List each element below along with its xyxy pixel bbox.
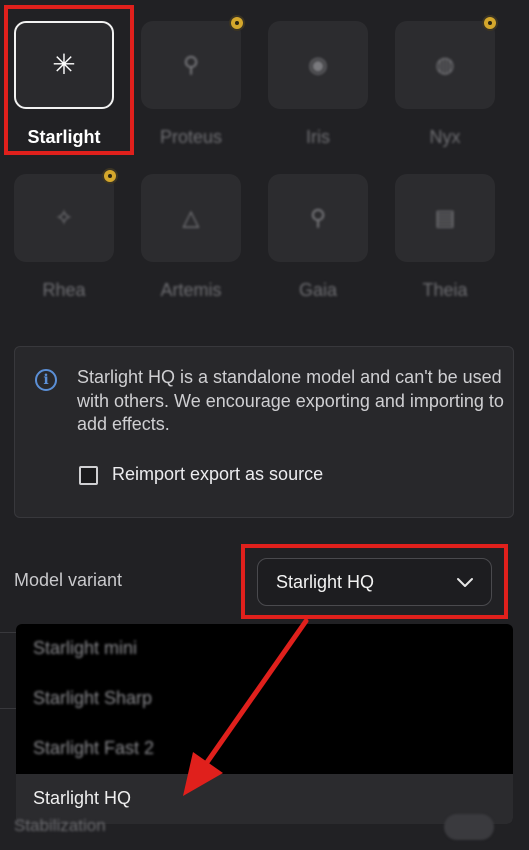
annotation-arrow [183, 618, 309, 796]
stabilization-toggle[interactable] [444, 814, 494, 840]
stabilization-label: Stabilization [14, 816, 106, 835]
